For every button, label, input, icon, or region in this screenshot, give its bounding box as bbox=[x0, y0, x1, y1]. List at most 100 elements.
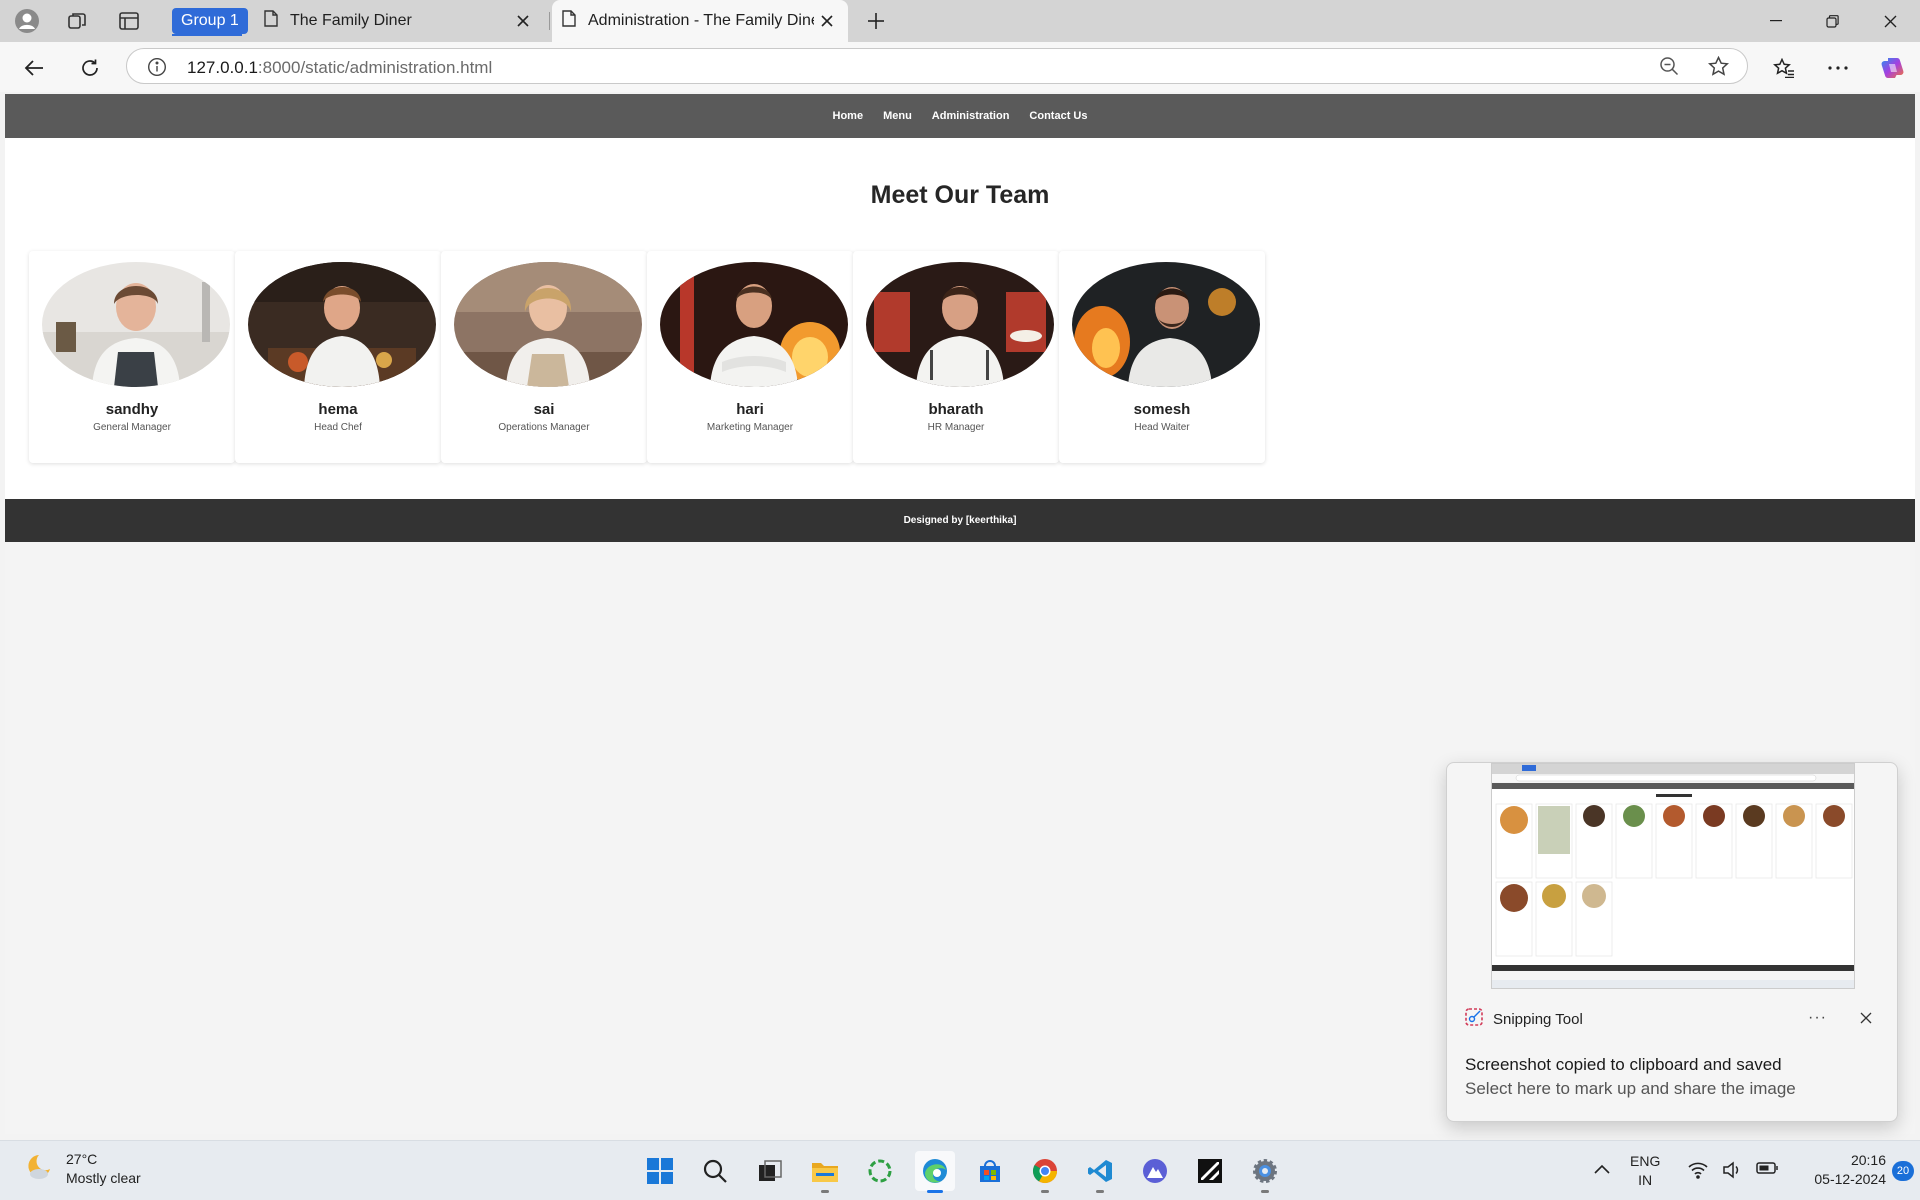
search-icon[interactable] bbox=[695, 1151, 735, 1191]
favorite-star-icon[interactable] bbox=[1707, 55, 1730, 81]
toast-app-name: Snipping Tool bbox=[1493, 1010, 1583, 1028]
member-name: somesh bbox=[1133, 401, 1191, 418]
team-card-somesh: somesh Head Waiter bbox=[1059, 251, 1265, 463]
start-button[interactable] bbox=[640, 1151, 680, 1191]
team-photo bbox=[454, 262, 642, 387]
weather-temperature: 27°C bbox=[66, 1151, 98, 1167]
favorites-icon[interactable] bbox=[1768, 52, 1800, 84]
weather-widget[interactable]: 27°C Mostly clear bbox=[24, 1150, 141, 1188]
store-icon[interactable] bbox=[970, 1151, 1010, 1191]
team-card-bharath: bharath HR Manager bbox=[853, 251, 1059, 463]
chrome-icon[interactable] bbox=[1025, 1151, 1065, 1193]
browser-tab-bar: Group 1 The Family Diner Administration … bbox=[0, 0, 1920, 42]
toast-more-icon[interactable]: ··· bbox=[1808, 1009, 1827, 1027]
member-role: HR Manager bbox=[927, 422, 985, 433]
zoom-out-icon[interactable] bbox=[1659, 56, 1679, 81]
notification-badge[interactable]: 20 bbox=[1892, 1161, 1914, 1181]
page-icon bbox=[264, 10, 278, 32]
tab-group-chip[interactable]: Group 1 bbox=[172, 8, 248, 34]
terminal-app-icon[interactable] bbox=[1190, 1151, 1230, 1191]
close-tab-icon[interactable] bbox=[814, 8, 840, 34]
site-info-icon[interactable] bbox=[147, 57, 167, 82]
team-card-hari: hari Marketing Manager bbox=[647, 251, 853, 463]
windows-taskbar: 27°C Mostly clear ENG IN 20:16 05-12-202… bbox=[0, 1140, 1920, 1200]
nav-menu[interactable]: Menu bbox=[873, 110, 922, 122]
tab-group-underline bbox=[172, 34, 242, 36]
wifi-icon bbox=[1688, 1161, 1708, 1184]
toast-subtitle: Select here to mark up and share the ima… bbox=[1465, 1079, 1796, 1098]
clock-date: 05-12-2024 bbox=[1814, 1171, 1886, 1187]
team-photo bbox=[866, 262, 1054, 387]
team-grid: sandhy General Manager hema Head Chef sa… bbox=[29, 251, 1265, 463]
copilot-icon[interactable] bbox=[1876, 52, 1908, 84]
team-section: Meet Our Team sandhy General Manager hem… bbox=[5, 138, 1915, 499]
restore-icon[interactable] bbox=[1804, 0, 1860, 42]
page-title: Meet Our Team bbox=[870, 181, 1050, 209]
back-arrow-icon[interactable] bbox=[18, 52, 50, 84]
site-footer: Designed by [keerthika] bbox=[5, 499, 1915, 542]
toast-close-icon[interactable] bbox=[1855, 1007, 1877, 1029]
team-photo bbox=[1072, 262, 1260, 387]
clock-time: 20:16 bbox=[1850, 1152, 1886, 1168]
member-name: sai bbox=[533, 401, 555, 418]
member-role: Marketing Manager bbox=[706, 422, 794, 433]
nav-administration[interactable]: Administration bbox=[922, 110, 1020, 122]
url-text: 127.0.0.1:8000/static/administration.htm… bbox=[187, 58, 493, 77]
volume-icon bbox=[1722, 1161, 1742, 1184]
tab-separator bbox=[549, 12, 550, 30]
nav-home[interactable]: Home bbox=[823, 110, 874, 122]
close-window-icon[interactable] bbox=[1862, 0, 1918, 42]
team-photo bbox=[660, 262, 848, 387]
member-name: hari bbox=[736, 401, 764, 418]
file-explorer-icon[interactable] bbox=[805, 1151, 845, 1193]
tab-administration[interactable]: Administration - The Family Diner bbox=[552, 0, 848, 42]
footer-prefix: Designed by bbox=[903, 515, 966, 526]
moon-cloud-icon bbox=[24, 1152, 54, 1187]
edge-browser-icon[interactable] bbox=[915, 1151, 955, 1193]
url-bar[interactable]: 127.0.0.1:8000/static/administration.htm… bbox=[126, 48, 1748, 84]
vscode-icon[interactable] bbox=[1080, 1151, 1120, 1193]
member-name: sandhy bbox=[105, 401, 159, 418]
close-tab-icon[interactable] bbox=[510, 8, 536, 34]
chevron-up-icon[interactable] bbox=[1594, 1161, 1610, 1179]
profile-icon[interactable] bbox=[12, 6, 42, 36]
site-navigation: Home Menu Administration Contact Us bbox=[5, 94, 1915, 138]
clock[interactable]: 20:16 05-12-2024 bbox=[1782, 1151, 1886, 1189]
team-photo bbox=[42, 262, 230, 387]
team-card-sai: sai Operations Manager bbox=[441, 251, 647, 463]
tab-family-diner[interactable]: The Family Diner bbox=[254, 0, 544, 42]
team-card-sandhy: sandhy General Manager bbox=[29, 251, 235, 463]
team-photo bbox=[248, 262, 436, 387]
task-view-icon[interactable] bbox=[750, 1151, 790, 1191]
battery-icon bbox=[1756, 1161, 1778, 1184]
new-tab-icon[interactable] bbox=[862, 7, 890, 35]
address-toolbar: 127.0.0.1:8000/static/administration.htm… bbox=[0, 42, 1920, 92]
weather-condition: Mostly clear bbox=[66, 1170, 141, 1186]
page-icon bbox=[562, 10, 576, 32]
more-options-icon[interactable] bbox=[1822, 52, 1854, 84]
snipping-tool-icon bbox=[1465, 1008, 1483, 1030]
member-role: Operations Manager bbox=[498, 422, 590, 433]
member-name: hema bbox=[318, 401, 358, 418]
workspaces-icon[interactable] bbox=[62, 6, 92, 36]
taskbar-apps bbox=[640, 1151, 1285, 1193]
vertical-tabs-icon[interactable] bbox=[114, 6, 144, 36]
minimize-icon[interactable] bbox=[1748, 0, 1804, 42]
nav-contact-us[interactable]: Contact Us bbox=[1019, 110, 1097, 122]
refresh-icon[interactable] bbox=[74, 52, 106, 84]
footer-author: [keerthika] bbox=[965, 515, 1017, 526]
tab-title: Administration - The Family Diner bbox=[588, 12, 814, 29]
member-role: General Manager bbox=[93, 422, 171, 433]
team-card-hema: hema Head Chef bbox=[235, 251, 441, 463]
screenshot-thumbnail[interactable] bbox=[1491, 763, 1855, 989]
toast-title: Screenshot copied to clipboard and saved bbox=[1465, 1055, 1782, 1074]
language-indicator[interactable]: ENG IN bbox=[1630, 1152, 1660, 1190]
member-name: bharath bbox=[928, 401, 984, 418]
settings-gear-icon[interactable] bbox=[1245, 1151, 1285, 1193]
sync-app-icon[interactable] bbox=[860, 1151, 900, 1191]
mountain-app-icon[interactable] bbox=[1135, 1151, 1175, 1191]
quick-settings[interactable] bbox=[1688, 1161, 1778, 1184]
snipping-tool-notification[interactable]: Snipping Tool ··· Screenshot copied to c… bbox=[1446, 762, 1898, 1122]
member-role: Head Waiter bbox=[1134, 422, 1190, 433]
member-role: Head Chef bbox=[314, 422, 362, 433]
